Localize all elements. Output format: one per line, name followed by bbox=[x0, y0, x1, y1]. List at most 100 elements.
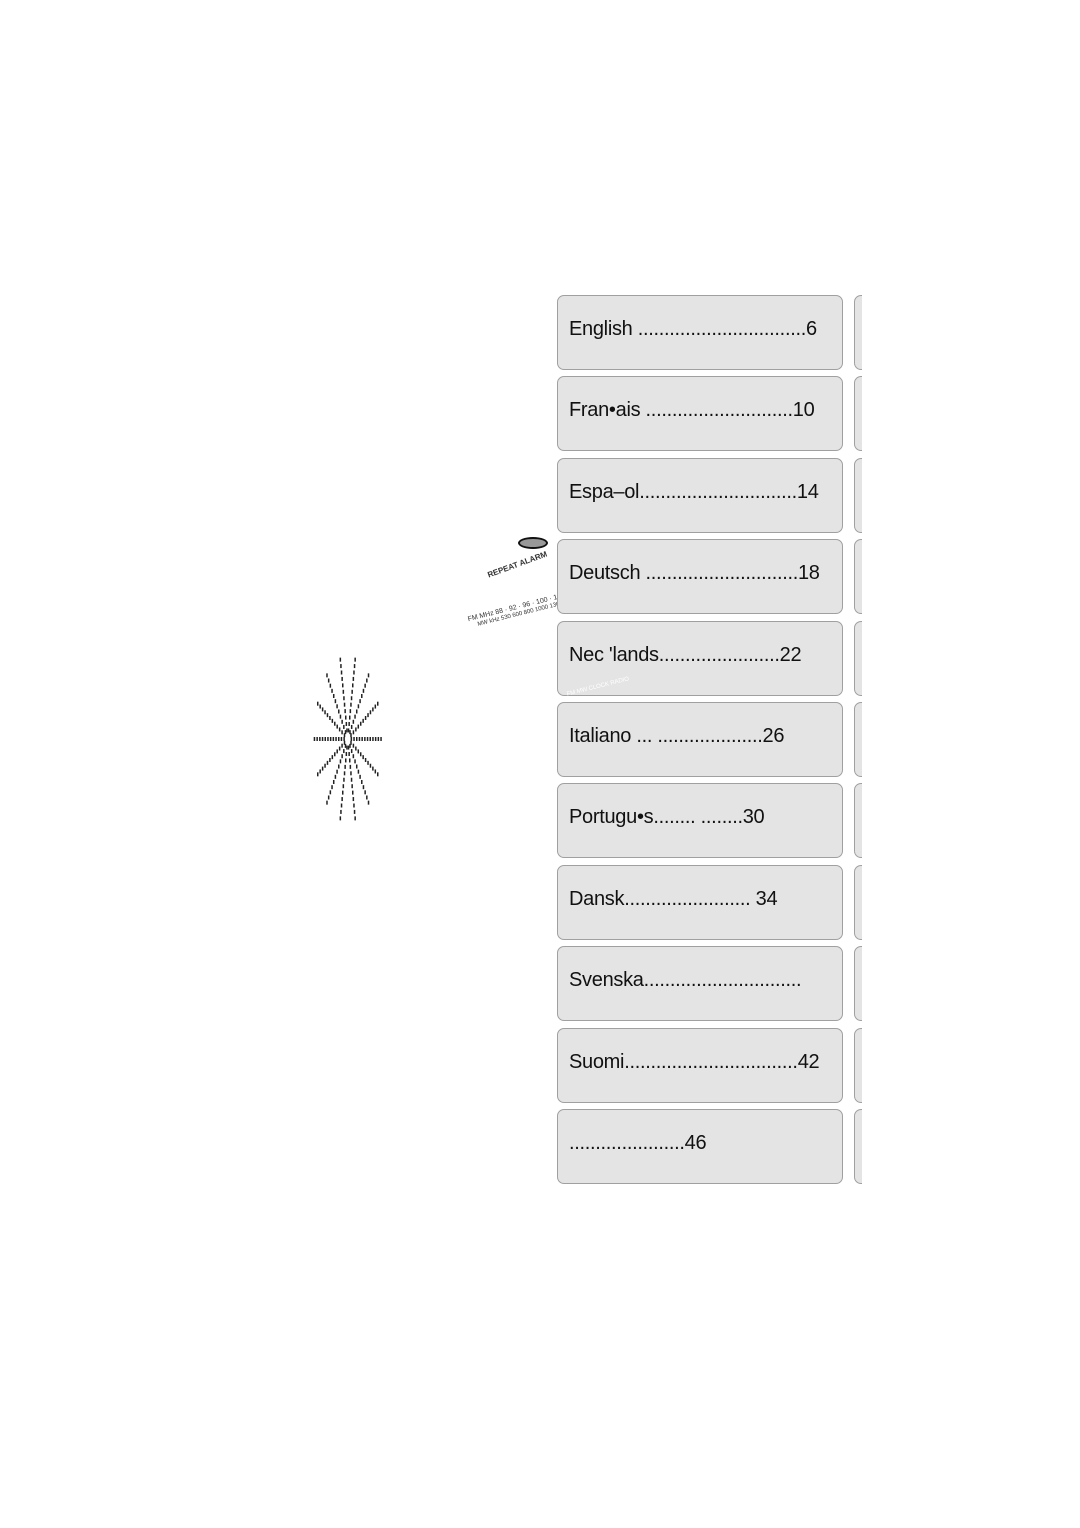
speaker-hole bbox=[345, 721, 348, 726]
speaker-hole bbox=[329, 716, 331, 720]
speaker-hole bbox=[362, 718, 364, 723]
entry-language: English bbox=[569, 318, 633, 340]
entry-page: 6 bbox=[805, 318, 817, 340]
speaker-hole bbox=[367, 800, 370, 805]
speaker-hole bbox=[353, 664, 356, 669]
speaker-hole bbox=[331, 785, 333, 790]
speaker-hole bbox=[361, 780, 363, 785]
speaker-hole bbox=[372, 737, 374, 741]
entry-language: Suomi bbox=[569, 1050, 625, 1073]
speaker-hole bbox=[339, 759, 342, 764]
speaker-hole bbox=[355, 764, 358, 769]
speaker-hole bbox=[338, 764, 340, 769]
speaker-hole bbox=[355, 746, 357, 751]
speaker-hole bbox=[352, 730, 355, 735]
speaker-hole bbox=[341, 683, 344, 688]
page-margin bbox=[862, 0, 1080, 1528]
contents-entry-franais[interactable]: Fran•ais ............................10 bbox=[557, 376, 843, 452]
speaker-hole bbox=[319, 704, 321, 709]
speaker-hole bbox=[353, 809, 356, 814]
speaker-hole bbox=[332, 780, 335, 785]
speaker-hole bbox=[343, 749, 345, 754]
speaker-hole bbox=[357, 704, 360, 709]
speaker-hole bbox=[364, 737, 366, 741]
speaker-hole bbox=[349, 758, 351, 763]
contents-entry-portugus[interactable]: Portugu•s........ ........30 bbox=[557, 783, 843, 859]
speaker-hole bbox=[331, 718, 334, 723]
speaker-hole bbox=[338, 737, 340, 741]
speaker-hole bbox=[350, 696, 353, 701]
speaker-hole bbox=[356, 737, 358, 741]
page: REPEAT ALARM FM MHz 88 · 92 · 96 · 100 ·… bbox=[0, 0, 1080, 1528]
speaker-hole bbox=[352, 754, 355, 759]
repeat-alarm-label: REPEAT ALARM bbox=[486, 549, 549, 580]
speaker-hole bbox=[347, 728, 350, 733]
entry-text: Deutsch .............................18 bbox=[569, 562, 820, 585]
speaker-hole bbox=[335, 737, 337, 741]
speaker-hole bbox=[338, 727, 341, 732]
speaker-hole bbox=[343, 724, 345, 729]
speaker-hole bbox=[359, 721, 362, 726]
speaker-hole bbox=[340, 809, 342, 814]
contents-entry-svenska[interactable]: Svenska.............................. bbox=[557, 946, 843, 1022]
speaker-hole bbox=[359, 752, 362, 757]
speaker-hole bbox=[367, 673, 370, 678]
entry-text: Nec 'lands.......................22 bbox=[569, 643, 802, 667]
entry-text: Portugu•s........ ........30 bbox=[569, 806, 765, 829]
speaker-hole bbox=[342, 689, 345, 694]
speaker-hole bbox=[344, 764, 346, 769]
speaker-hole bbox=[362, 755, 364, 760]
contents-entry-italiano[interactable]: Italiano ... ....................26 bbox=[557, 702, 843, 777]
speaker-hole bbox=[353, 803, 355, 808]
speaker-hole bbox=[329, 790, 332, 795]
contents-entry-deutsch[interactable]: Deutsch .............................18 bbox=[557, 539, 843, 615]
speaker-hole bbox=[357, 749, 360, 754]
speaker-hole bbox=[350, 733, 352, 738]
speaker-hole bbox=[343, 771, 346, 776]
speaker-hole bbox=[345, 752, 348, 757]
speaker-hole bbox=[364, 716, 367, 720]
speaker-hole bbox=[369, 710, 372, 715]
entry-language: Italiano bbox=[569, 725, 632, 747]
contents-entry-suomi[interactable]: Suomi.................................42 bbox=[557, 1027, 843, 1103]
speaker-hole bbox=[319, 737, 321, 741]
speaker-hole bbox=[343, 702, 346, 707]
entry-dots: ....................... bbox=[658, 643, 780, 666]
speaker-hole bbox=[324, 710, 326, 715]
speaker-hole bbox=[346, 728, 348, 733]
contents-entry-english[interactable]: English ................................… bbox=[557, 295, 843, 370]
speaker-hole bbox=[349, 709, 352, 714]
speaker-hole bbox=[364, 758, 367, 762]
speaker-grille-icon bbox=[313, 657, 382, 821]
speaker-hole bbox=[341, 730, 343, 735]
speaker-hole bbox=[340, 664, 342, 669]
speaker-hole bbox=[319, 769, 321, 774]
speaker-hole bbox=[339, 816, 342, 821]
speaker-hole bbox=[342, 784, 345, 789]
speaker-hole bbox=[321, 707, 324, 712]
speaker-hole bbox=[344, 730, 347, 735]
speaker-hole bbox=[353, 670, 355, 675]
entry-language: Portugu•s bbox=[569, 806, 654, 829]
speaker-hole bbox=[343, 737, 345, 741]
speaker-hole bbox=[326, 800, 328, 805]
contents-entry-untitled[interactable]: ......................46 bbox=[557, 1109, 843, 1184]
entry-page: 30 bbox=[742, 806, 765, 829]
speaker-hole bbox=[369, 763, 372, 768]
speaker-hole bbox=[355, 727, 357, 732]
contents-entry-dansk[interactable]: Dansk........................ 34 bbox=[557, 864, 843, 940]
entry-text: Italiano ... ....................26 bbox=[569, 725, 784, 748]
speaker-hole bbox=[336, 704, 338, 709]
speaker-hole bbox=[334, 752, 336, 757]
contents-entry-espaol[interactable]: Espa–ol..............................14 bbox=[557, 457, 843, 533]
entry-text: Suomi.................................42 bbox=[569, 1050, 820, 1074]
speaker-hole bbox=[374, 737, 377, 741]
speaker-hole bbox=[344, 709, 346, 714]
speaker-hole bbox=[350, 702, 352, 707]
speaker-hole bbox=[377, 701, 379, 706]
speaker-hole bbox=[350, 749, 353, 754]
entry-dots: ........................ bbox=[624, 887, 756, 910]
entry-language: Dansk bbox=[569, 887, 625, 910]
speaker-hole bbox=[366, 795, 368, 800]
entry-text: Espa–ol..............................14 bbox=[569, 481, 819, 504]
